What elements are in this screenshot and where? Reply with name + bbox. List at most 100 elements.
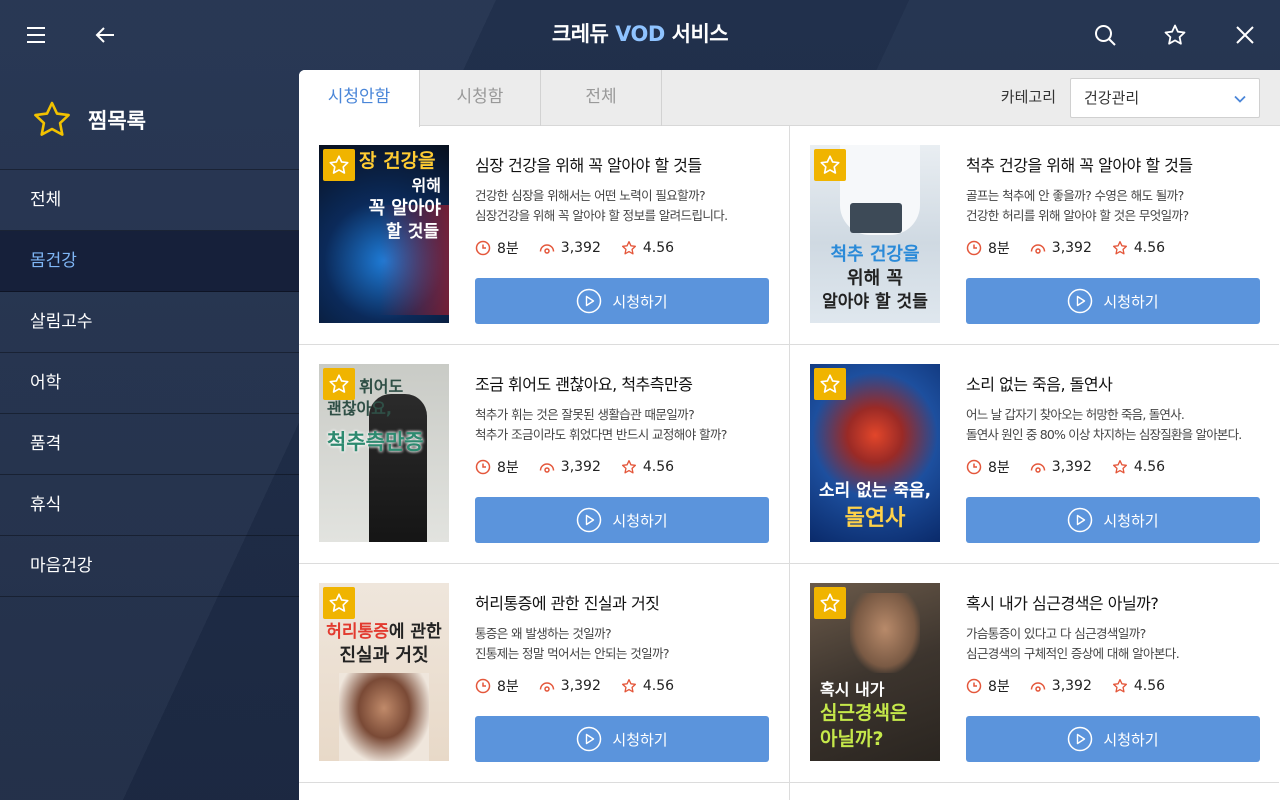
favorite-star-button[interactable] [814,149,846,181]
play-button[interactable]: 시청하기 [966,716,1260,762]
duration: 8분 [497,460,519,476]
menu-icon[interactable] [19,18,53,52]
video-meta: 8분 3,392 4.56 [966,457,1185,477]
video-card: 소리 없는 죽음, 돌연사 소리 없는 죽음, 돌연사 어느 날 갑자기 찾아오… [789,345,1279,564]
tab-all[interactable]: 전체 [541,70,662,126]
video-thumbnail[interactable]: 장 건강을 위해 꼭 알아야 할 것들 [319,145,449,323]
play-button[interactable]: 시청하기 [475,278,769,324]
play-icon [577,507,602,533]
thumbnail-title-line: 척추측만증 [327,430,424,454]
video-meta: 8분 3,392 4.56 [966,676,1185,696]
video-title[interactable]: 허리통증에 관한 진실과 거짓 [475,590,775,614]
thumbnail-title-line: 척추 건강을 [830,244,920,265]
view-count: 3,392 [560,459,601,475]
thumbnail-title-line: 아닐까? [820,728,884,750]
view-count: 3,392 [1051,240,1092,256]
rating-star-icon [1112,679,1127,693]
description-line: 돌연사 원인 중 80% 이상 차지하는 심장질환을 알아본다. [966,427,1242,442]
thumbnail-title-line: 돌연사 [844,506,906,531]
play-label: 시청하기 [612,511,668,530]
clock-icon [966,678,982,694]
video-title[interactable]: 조금 휘어도 괜찮아요, 척추측만증 [475,371,775,395]
tab-bar: 시청안함 시청함 전체 카테고리 건강관리 [299,70,1280,127]
sidebar-item-language[interactable]: 어학 [0,353,299,414]
sidebar-item-rest[interactable]: 휴식 [0,475,299,536]
view-count: 3,392 [1051,678,1092,694]
video-description: 가슴통증이 있다고 다 심근경색일까? 심근경색의 구체적인 증상에 대해 알아본… [966,624,1265,664]
favorite-star-button[interactable] [323,368,355,400]
video-thumbnail[interactable]: 혹시 내가 심근경색은 아닐까? [810,583,940,761]
thumbnail-title-line: 할 것들 [386,222,439,242]
title-suffix: 서비스 [664,22,729,46]
thumbnail-title-line: 위해 [411,176,441,195]
play-button[interactable]: 시청하기 [475,716,769,762]
video-description: 척추가 휘는 것은 잘못된 생활습관 때문일까? 척추가 조금이라도 휘었다면 반… [475,405,775,445]
views-icon [1030,244,1046,254]
video-meta: 8분 3,392 4.56 [475,457,694,477]
views-icon [539,682,555,692]
video-title[interactable]: 심장 건강을 위해 꼭 알아야 할 것들 [475,152,775,176]
video-thumbnail[interactable]: 휘어도 괜찮아요, 척추측만증 [319,364,449,542]
favorite-star-button[interactable] [814,587,846,619]
thumbnail-title-line: 알아야 할 것들 [822,292,928,312]
category-select[interactable]: 건강관리 [1070,78,1260,118]
favorite-star-button[interactable] [814,368,846,400]
video-title[interactable]: 소리 없는 죽음, 돌연사 [966,371,1265,395]
rating-star-icon [621,460,636,474]
clock-icon [475,240,491,256]
view-count: 3,392 [560,678,601,694]
favorite-star-button[interactable] [323,149,355,181]
play-button[interactable]: 시청하기 [966,278,1260,324]
category-label: 카테고리 [1000,88,1056,106]
sidebar-item-dignity[interactable]: 품격 [0,414,299,475]
thumbnail-title-line: 장 건강을 [359,150,436,172]
video-info: 조금 휘어도 괜찮아요, 척추측만증 척추가 휘는 것은 잘못된 생활습관 때문… [475,371,775,445]
title-accent: VOD [615,22,665,46]
play-button[interactable]: 시청하기 [966,497,1260,543]
top-bar: 크레듀 VOD 서비스 [0,0,1280,70]
tab-not-watched[interactable]: 시청안함 [299,70,420,127]
video-thumbnail[interactable]: 소리 없는 죽음, 돌연사 [810,364,940,542]
video-info: 허리통증에 관한 진실과 거짓 통증은 왜 발생하는 것일까? 진통제는 정말 먹… [475,590,775,664]
video-title[interactable]: 척추 건강을 위해 꼭 알아야 할 것들 [966,152,1265,176]
description-line: 척추가 휘는 것은 잘못된 생활습관 때문일까? [475,407,695,422]
video-title[interactable]: 혹시 내가 심근경색은 아닐까? [966,590,1265,614]
clock-icon [966,240,982,256]
rating-star-icon [1112,460,1127,474]
play-label: 시청하기 [1103,730,1159,749]
thumbnail-figure [339,673,429,761]
sidebar-item-housekeeping[interactable]: 살림고수 [0,292,299,353]
video-info: 혹시 내가 심근경색은 아닐까? 가슴통증이 있다고 다 심근경색일까? 심근경색… [966,590,1265,664]
description-line: 건강한 심장을 위해서는 어떤 노력이 필요할까? [475,188,706,203]
rating-star-icon [621,241,636,255]
thumbnail-title-line: 위해 꼭 [847,268,903,289]
play-icon [577,726,602,752]
favorite-star-button[interactable] [323,587,355,619]
play-label: 시청하기 [1103,511,1159,530]
star-icon [329,155,349,174]
video-info: 심장 건강을 위해 꼭 알아야 할 것들 건강한 심장을 위해서는 어떤 노력이… [475,152,775,226]
star-icon[interactable] [1158,18,1192,52]
tab-watched[interactable]: 시청함 [420,70,541,126]
search-icon[interactable] [1088,18,1122,52]
play-label: 시청하기 [612,730,668,749]
video-thumbnail[interactable]: 척추 건강을 위해 꼭 알아야 할 것들 [810,145,940,323]
thumbnail-title-line: 괜찮아요, [327,399,392,418]
clock-icon [475,459,491,475]
thumbnail-title-line: 혹시 내가 [820,680,885,699]
video-card: 혹시 내가 심근경색은 아닐까? 혹시 내가 심근경색은 아닐까? 가슴통증이 … [789,564,1279,783]
play-label: 시청하기 [1103,292,1159,311]
play-button[interactable]: 시청하기 [475,497,769,543]
close-icon[interactable] [1228,18,1262,52]
video-thumbnail[interactable]: 허리통증에 관한 진실과 거짓 [319,583,449,761]
view-count: 3,392 [560,240,601,256]
video-card: 장 건강을 위해 꼭 알아야 할 것들 심장 건강을 위해 꼭 알아야 할 것들… [299,126,789,345]
sidebar-item-mind-health[interactable]: 마음건강 [0,536,299,597]
star-icon [820,593,840,612]
sidebar-item-body-health[interactable]: 몸건강 [0,231,299,292]
views-icon [1030,682,1046,692]
back-icon[interactable] [88,18,122,52]
description-line: 심근경색의 구체적인 증상에 대해 알아본다. [966,646,1180,661]
sidebar-item-all[interactable]: 전체 [0,170,299,231]
play-label: 시청하기 [612,292,668,311]
